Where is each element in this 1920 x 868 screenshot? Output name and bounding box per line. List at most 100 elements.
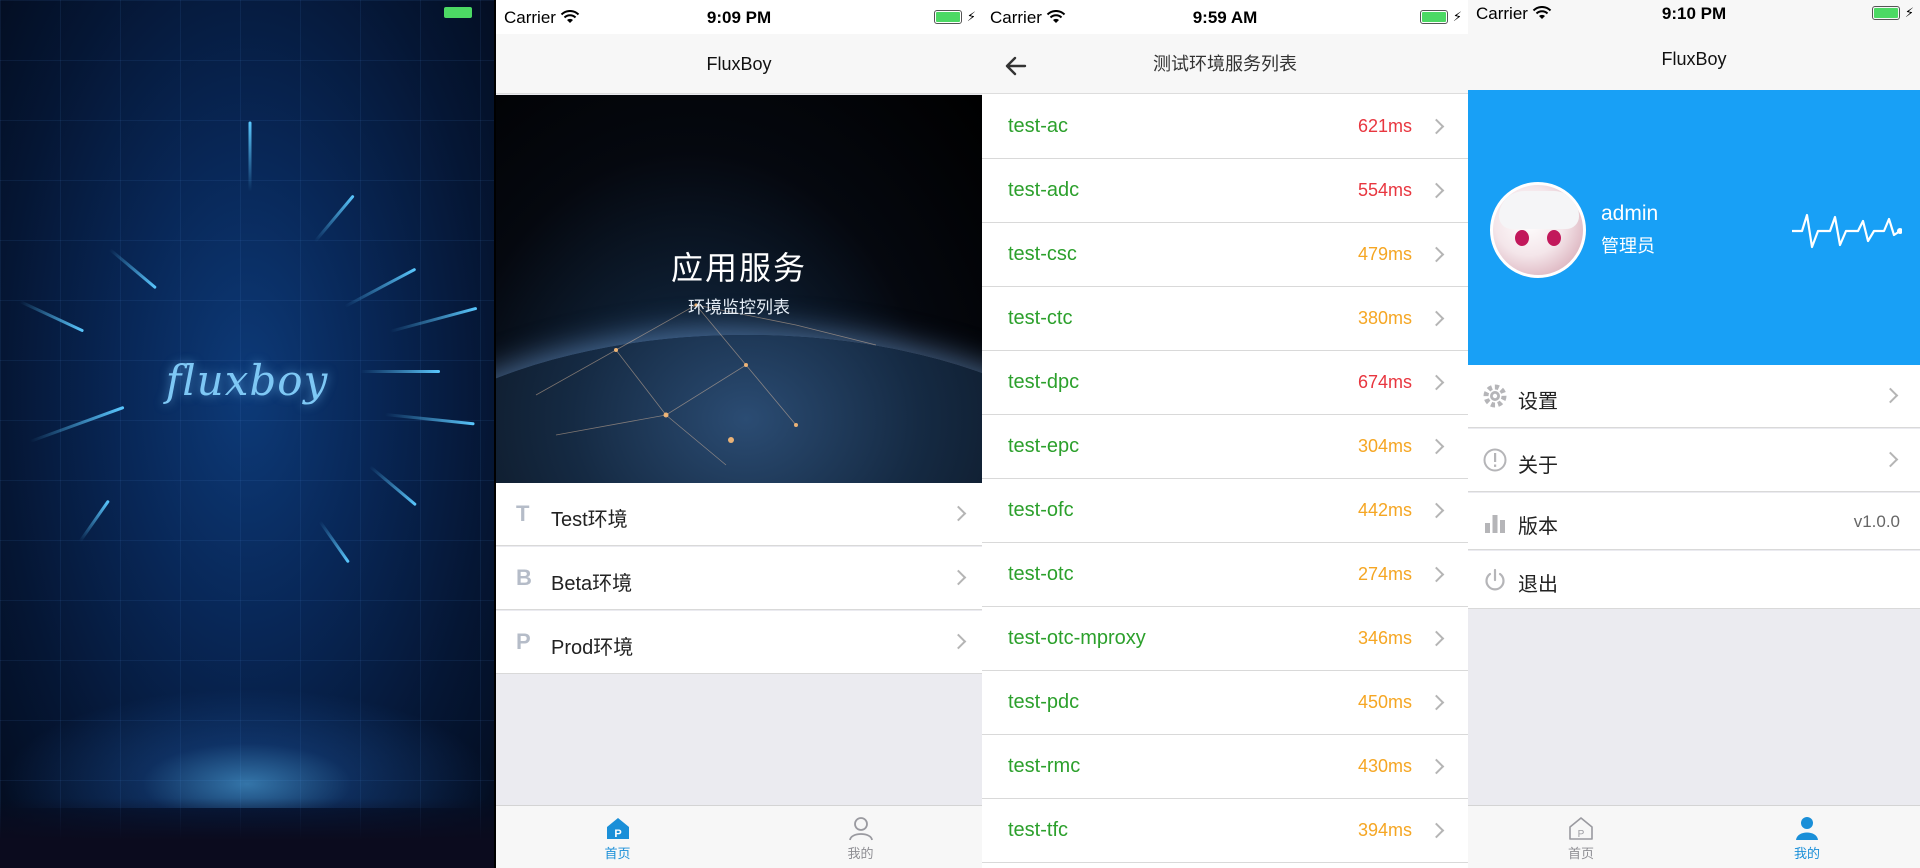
tab-bar: P 首页 我的 bbox=[496, 805, 982, 868]
battery-icon bbox=[444, 7, 472, 18]
avatar-eye bbox=[1515, 230, 1529, 246]
profile-header: admin 管理员 bbox=[1468, 90, 1920, 365]
menu-label: 设置 bbox=[1518, 391, 1558, 413]
menu-row-settings[interactable]: 设置 bbox=[1468, 365, 1920, 428]
tab-home[interactable]: P 首页 bbox=[1468, 806, 1694, 868]
service-latency: 442ms bbox=[1357, 500, 1412, 520]
gear-icon bbox=[1483, 384, 1507, 408]
service-name: test-pdc bbox=[1008, 691, 1080, 713]
chevron-right-icon bbox=[1428, 310, 1445, 326]
status-bar: Carrier 9:59 AM ⚡ bbox=[982, 0, 1468, 34]
avatar[interactable] bbox=[1490, 182, 1586, 278]
power-icon bbox=[1485, 568, 1505, 591]
env-row-beta[interactable]: B Beta环境 bbox=[496, 547, 982, 610]
menu-label: 退出 bbox=[1518, 574, 1558, 596]
home-screen: Carrier 9:09 PM ⚡ FluxBoy 应用服务 环境监控列表 T … bbox=[496, 0, 982, 868]
back-arrow-icon[interactable] bbox=[1004, 54, 1028, 78]
banner-subtitle: 环境监控列表 bbox=[688, 298, 790, 317]
test-env-icon: T bbox=[516, 501, 530, 526]
horizon-glow bbox=[0, 688, 494, 808]
version-value: v1.0.0 bbox=[1853, 512, 1900, 531]
service-latency: 394ms bbox=[1357, 820, 1412, 840]
avatar-hair bbox=[1499, 191, 1579, 229]
heartbeat-icon bbox=[1792, 213, 1902, 249]
service-latency: 304ms bbox=[1357, 436, 1412, 456]
status-time: 9:09 PM bbox=[706, 8, 772, 27]
service-name: test-dpc bbox=[1008, 371, 1080, 393]
menu-label: 版本 bbox=[1518, 516, 1558, 538]
env-row-prod[interactable]: P Prod环境 bbox=[496, 611, 982, 674]
light-streak bbox=[248, 121, 252, 192]
service-name: test-epc bbox=[1008, 435, 1080, 457]
charging-icon: ⚡ bbox=[1904, 5, 1914, 20]
service-latency: 674ms bbox=[1357, 372, 1412, 392]
service-name: test-otc-mproxy bbox=[1008, 627, 1146, 649]
service-name: test-otc bbox=[1008, 563, 1074, 585]
chevron-right-icon bbox=[950, 633, 967, 650]
chevron-right-icon bbox=[1428, 118, 1445, 134]
svg-text:P: P bbox=[614, 828, 621, 840]
splash-screen: fluxboy bbox=[0, 0, 494, 868]
chevron-right-icon bbox=[950, 569, 967, 586]
home-icon: P bbox=[1569, 817, 1593, 840]
tab-label: 首页 bbox=[1567, 846, 1594, 861]
env-label: Test环境 bbox=[551, 509, 628, 531]
app-logo: fluxboy bbox=[165, 356, 329, 405]
service-row[interactable]: test-pdc 450ms bbox=[982, 671, 1468, 735]
service-name: test-ctc bbox=[1008, 307, 1073, 329]
menu-row-logout[interactable]: 退出 bbox=[1468, 551, 1920, 609]
tab-label: 首页 bbox=[604, 846, 631, 861]
status-bar: Carrier 9:09 PM ⚡ bbox=[496, 0, 982, 34]
service-row[interactable]: test-tfc 394ms bbox=[982, 799, 1468, 863]
nav-title: FluxBoy bbox=[706, 54, 772, 74]
chevron-right-icon bbox=[1428, 438, 1445, 454]
service-latency: 274ms bbox=[1357, 564, 1412, 584]
tab-mine[interactable]: 我的 bbox=[739, 806, 982, 868]
chevron-right-icon bbox=[1882, 451, 1899, 468]
nav-bar: FluxBoy bbox=[496, 34, 982, 94]
battery-icon bbox=[1420, 10, 1448, 24]
env-row-test[interactable]: T Test环境 bbox=[496, 483, 982, 546]
service-row[interactable]: test-ac 621ms bbox=[982, 95, 1468, 159]
charging-icon: ⚡ bbox=[1452, 9, 1462, 24]
nav-bar: 测试环境服务列表 bbox=[982, 34, 1468, 94]
service-latency: 554ms bbox=[1357, 180, 1412, 200]
user-role: 管理员 bbox=[1601, 236, 1655, 256]
chevron-right-icon bbox=[1428, 630, 1445, 646]
user-name: admin bbox=[1601, 202, 1659, 225]
person-icon bbox=[848, 817, 873, 841]
service-row[interactable]: test-epc 304ms bbox=[982, 415, 1468, 479]
svg-text:P: P bbox=[1578, 829, 1585, 840]
tab-home[interactable]: P 首页 bbox=[496, 806, 739, 868]
service-row[interactable]: test-adc 554ms bbox=[982, 159, 1468, 223]
service-row[interactable]: test-csc 479ms bbox=[982, 223, 1468, 287]
menu-row-about[interactable]: 关于 bbox=[1468, 429, 1920, 492]
bar-chart-icon bbox=[1485, 515, 1505, 533]
service-row[interactable]: test-ofc 442ms bbox=[982, 479, 1468, 543]
nav-title: FluxBoy bbox=[1661, 49, 1727, 69]
chevron-right-icon bbox=[1882, 387, 1899, 404]
service-row[interactable]: test-rmc 430ms bbox=[982, 735, 1468, 799]
service-row[interactable]: test-ctc 380ms bbox=[982, 287, 1468, 351]
service-latency: 479ms bbox=[1357, 244, 1412, 264]
chevron-right-icon bbox=[1428, 694, 1445, 710]
chevron-right-icon bbox=[1428, 374, 1445, 390]
chevron-right-icon bbox=[950, 505, 967, 522]
hero-banner: 应用服务 环境监控列表 bbox=[496, 95, 982, 483]
service-name: test-rmc bbox=[1008, 755, 1081, 777]
banner-title: 应用服务 bbox=[670, 250, 807, 286]
env-label: Prod环境 bbox=[551, 637, 634, 659]
service-name: test-adc bbox=[1008, 179, 1080, 201]
battery-icon bbox=[1872, 6, 1900, 20]
service-row[interactable]: test-otc-mproxy 346ms bbox=[982, 607, 1468, 671]
menu-label: 关于 bbox=[1518, 455, 1558, 477]
charging-icon: ⚡ bbox=[966, 9, 976, 24]
tab-mine[interactable]: 我的 bbox=[1694, 806, 1920, 868]
service-row[interactable]: test-otc 274ms bbox=[982, 543, 1468, 607]
service-row[interactable]: test-dpc 674ms bbox=[982, 351, 1468, 415]
menu-row-version: 版本 v1.0.0 bbox=[1468, 493, 1920, 550]
chevron-right-icon bbox=[1428, 758, 1445, 774]
service-latency: 430ms bbox=[1357, 756, 1412, 776]
service-name: test-ofc bbox=[1008, 499, 1074, 521]
info-icon bbox=[1483, 448, 1507, 472]
